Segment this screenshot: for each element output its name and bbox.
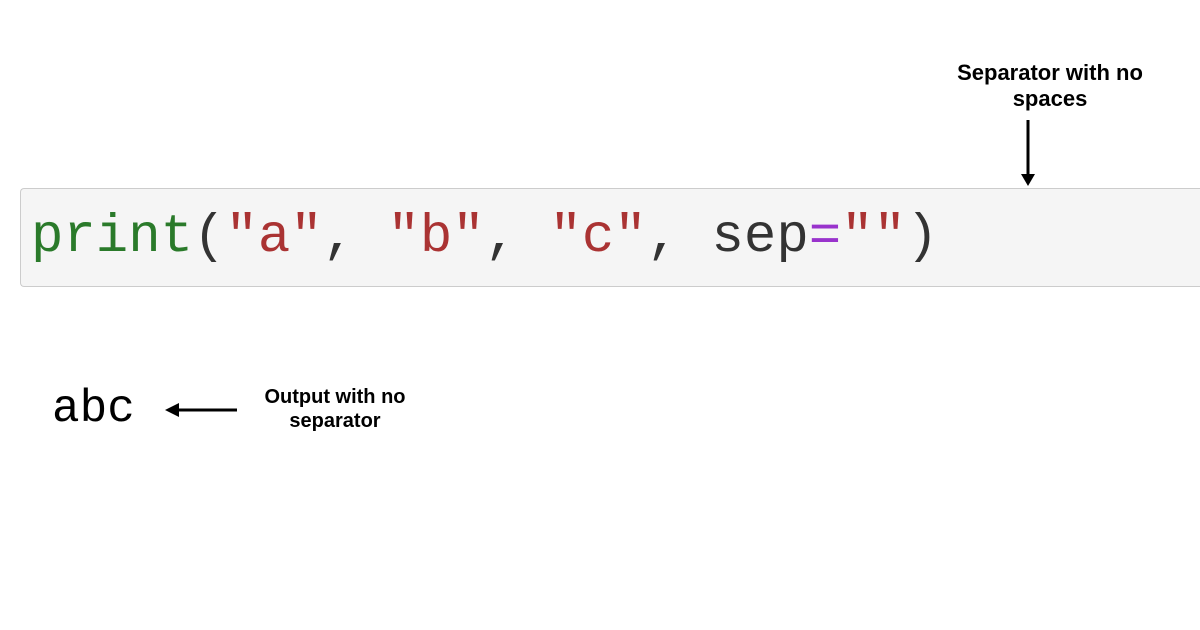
- code-token-kwval: "": [841, 207, 906, 268]
- code-block: print("a", "b", "c", sep=""): [20, 188, 1200, 287]
- code-token-equals: =: [809, 207, 841, 268]
- annotation-separator: Separator with no spaces: [950, 60, 1150, 113]
- code-token-arg3: "c": [550, 207, 647, 268]
- code-token-kwarg: sep: [712, 207, 809, 268]
- code-token-arg1: "a": [225, 207, 322, 268]
- code-token-paren-open: (: [193, 207, 225, 268]
- code-token-comma1: ,: [323, 207, 388, 268]
- code-token-paren-close: ): [906, 207, 938, 268]
- arrow-left-icon: [165, 400, 237, 420]
- code-token-func: print: [31, 207, 193, 268]
- arrow-down-icon: [1018, 120, 1038, 186]
- code-token-comma2: ,: [485, 207, 550, 268]
- annotation-output: Output with no separator: [245, 385, 425, 433]
- code-token-comma3: ,: [647, 207, 712, 268]
- code-token-arg2: "b": [387, 207, 484, 268]
- output-text: abc: [52, 383, 135, 435]
